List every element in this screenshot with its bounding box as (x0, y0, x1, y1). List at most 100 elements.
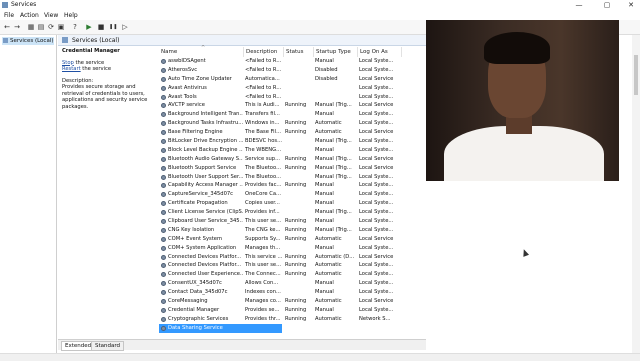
person-shirt (444, 126, 604, 181)
cell-name: BitLocker Drive Encryption ... (168, 138, 243, 145)
menu-view[interactable]: View (44, 12, 58, 19)
table-row[interactable]: Avast Antivirus <Failed to R... Local Syst… (159, 84, 426, 93)
restart-service-link[interactable]: Restart (62, 66, 81, 72)
gear-icon (161, 139, 166, 145)
properties-icon[interactable]: ▤ (37, 23, 45, 31)
help-icon[interactable]: ? (71, 23, 79, 31)
cell-name: Background Tasks Infrastru... (168, 120, 243, 127)
table-row[interactable]: Data Sharing Service (159, 323, 282, 333)
show-tree-icon[interactable]: ▦ (27, 23, 35, 31)
cell-name: Block Level Backup Engine ... (168, 146, 243, 153)
column-header-name[interactable]: Name (159, 47, 244, 57)
forward-icon[interactable]: → (13, 23, 21, 31)
cell-logon: Local Syste... (359, 280, 394, 287)
cell-name: ConsentUX_345d07c (168, 280, 222, 287)
tab-standard[interactable]: Standard (91, 341, 125, 351)
export-icon[interactable]: ▣ (57, 23, 65, 31)
scrollbar-thumb[interactable] (634, 55, 638, 95)
table-row[interactable]: Capability Access Manager ... Provides fa… (159, 181, 426, 190)
table-row[interactable]: Connected Devices Platfor... This user se… (159, 261, 426, 270)
table-row[interactable]: CoreMessaging Manages co... Running Automat… (159, 297, 426, 306)
tree-item-services-local[interactable]: Services (Local) (2, 37, 54, 45)
cell-startup: Automatic (315, 262, 342, 269)
cell-startup: Manual (315, 182, 334, 189)
cell-desc: <Failed to R... (245, 93, 282, 100)
table-row[interactable]: Connected Devices Platfor... This service… (159, 253, 426, 262)
table-row[interactable]: Background Intelligent Tran... Transfers … (159, 110, 426, 119)
cell-startup: Manual (315, 218, 334, 225)
table-row[interactable]: Base Filtering Engine The Base Fil... Runn… (159, 128, 426, 137)
table-row[interactable]: Connected User Experience... The Connec..… (159, 270, 426, 279)
services-table: ^ Name Description Status Startup Type L… (159, 45, 426, 339)
table-row[interactable]: BitLocker Drive Encryption ... BDESVC hos… (159, 137, 426, 146)
stop-service-icon[interactable]: ■ (97, 23, 105, 31)
stop-service-link[interactable]: Stop (62, 60, 74, 66)
table-row[interactable]: CaptureService_345d07c OneCore Ca... Manua… (159, 190, 426, 199)
cell-startup: Disabled (315, 75, 338, 82)
table-row[interactable]: AtherosSvc <Failed to R... Disabled Local S… (159, 66, 426, 75)
table-row[interactable]: COM+ Event System Supports Sy... Running Au… (159, 235, 426, 244)
cell-startup: Automatic (315, 120, 342, 127)
table-row[interactable]: aswbIDSAgent <Failed to R... Manual Local S… (159, 57, 426, 66)
gear-icon (161, 174, 166, 180)
cell-name: Cryptographic Services (168, 315, 229, 322)
cell-logon: Local Syste... (359, 306, 394, 313)
menu-file[interactable]: File (4, 12, 14, 19)
table-row[interactable]: CNG Key Isolation The CNG ke... Running Man… (159, 226, 426, 235)
cell-name: Bluetooth Support Service (168, 164, 237, 171)
gear-icon (161, 130, 166, 136)
cell-logon: Local Service (359, 129, 394, 136)
table-row[interactable]: Bluetooth Audio Gateway S... Service sup.… (159, 155, 426, 164)
cell-logon: Local Syste... (359, 182, 394, 189)
cell-status: Running (285, 129, 307, 136)
table-row[interactable]: Certificate Propagation Copies user... Man… (159, 199, 426, 208)
cell-desc: The Connec... (245, 271, 281, 278)
cell-name: Avast Antivirus (168, 84, 207, 91)
column-header-description[interactable]: Description (244, 47, 284, 57)
table-row[interactable]: Block Level Backup Engine ... The WBENG..… (159, 146, 426, 155)
table-row[interactable]: Avast Tools <Failed to R... Local Syste... (159, 93, 426, 102)
vertical-scrollbar[interactable] (632, 35, 640, 353)
table-row[interactable]: Client License Service (ClipS... Provides… (159, 208, 426, 217)
restart-action: Restart the service (62, 66, 155, 73)
cell-name: CoreMessaging (168, 298, 208, 305)
back-icon[interactable]: ← (3, 23, 11, 31)
cell-status: Running (285, 164, 307, 171)
restart-service-icon[interactable]: ▷ (121, 23, 129, 31)
tab-extended[interactable]: Extended (61, 341, 96, 351)
gear-icon (161, 299, 166, 305)
table-row[interactable]: Bluetooth Support Service The Bluetoo... R… (159, 164, 426, 173)
gear-icon (161, 219, 166, 225)
column-header-log-on-as[interactable]: Log On As (358, 47, 402, 57)
column-header-startup-type[interactable]: Startup Type (314, 47, 358, 57)
table-row[interactable]: Cryptographic Services Provides thr... Run… (159, 315, 426, 324)
menu-action[interactable]: Action (20, 12, 39, 19)
gear-icon (161, 103, 166, 109)
gear-icon (161, 59, 166, 64)
gear-icon (161, 236, 166, 242)
table-row[interactable]: Auto Time Zone Updater Automatica... Disab… (159, 75, 426, 84)
cell-logon: Local Service (359, 75, 394, 82)
table-row[interactable]: AVCTP service This is Audi... Running Manua… (159, 101, 426, 110)
menu-help[interactable]: Help (64, 12, 78, 19)
cell-name: Bluetooth User Support Ser... (168, 173, 243, 180)
table-row[interactable]: Bluetooth User Support Ser... The Bluetoo… (159, 173, 426, 182)
table-row[interactable]: Credential Manager Provides se... Running M… (159, 306, 426, 315)
pause-service-icon[interactable]: ❚❚ (109, 23, 117, 31)
start-service-icon[interactable]: ▶ (85, 23, 93, 31)
column-header-status[interactable]: Status (284, 47, 314, 57)
table-row[interactable]: ConsentUX_345d07c Allows Con... Manual Loca… (159, 279, 426, 288)
gear-icon (161, 210, 166, 216)
table-row[interactable]: COM+ System Application Manages th... Manu… (159, 244, 426, 253)
table-row[interactable]: Clipboard User Service_345... This user s… (159, 217, 426, 226)
cell-logon: Local Syste... (359, 138, 394, 145)
cell-logon: Local Syste... (359, 58, 394, 64)
console-tree: Services (Local) (0, 35, 57, 353)
table-row[interactable]: Background Tasks Infrastru... Windows in.… (159, 119, 426, 128)
cell-name: Data Sharing Service (168, 324, 223, 331)
table-row[interactable]: Contact Data_345d07c Indexes con... Manual… (159, 288, 426, 297)
cell-status: Running (285, 253, 307, 260)
cell-startup: Automatic (D... (315, 253, 355, 260)
refresh-icon[interactable]: ⟳ (47, 23, 55, 31)
cell-logon: Local Service (359, 253, 394, 260)
